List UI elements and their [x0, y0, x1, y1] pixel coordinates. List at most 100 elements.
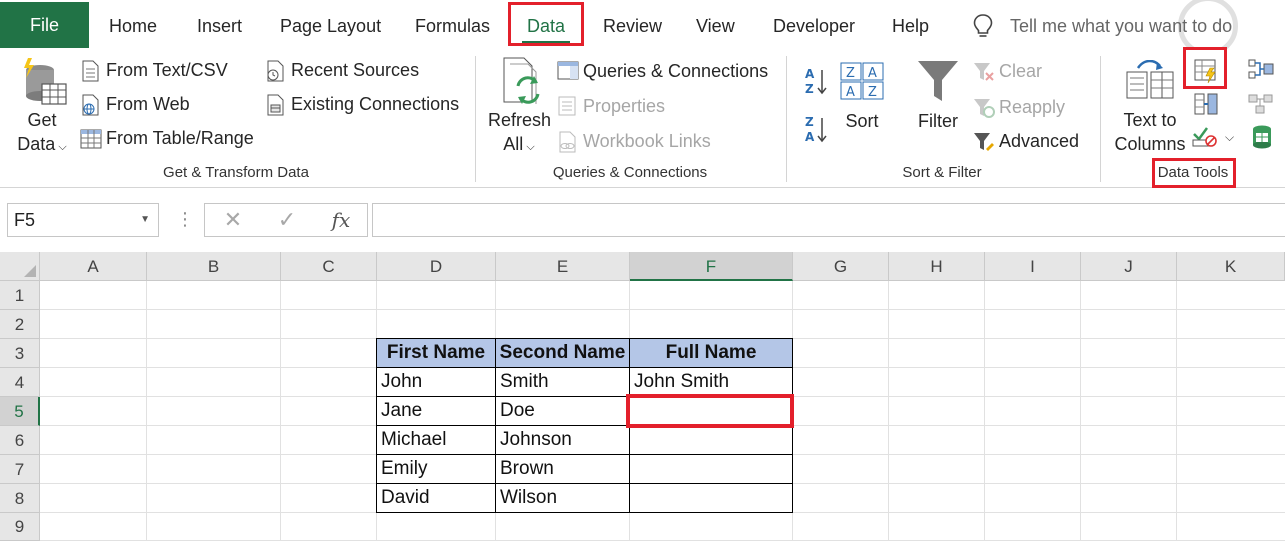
recent-sources-label: Recent Sources [291, 60, 420, 80]
table-cell[interactable]: John Smith [629, 367, 793, 397]
sort-button[interactable]: Sort [836, 109, 888, 133]
tab-insert[interactable]: Insert [197, 0, 242, 50]
table-cell[interactable]: Michael [376, 425, 496, 455]
text-to-columns-label-2: Columns [1114, 134, 1186, 154]
tab-developer[interactable]: Developer [773, 0, 855, 50]
table-cell[interactable]: Smith [495, 367, 630, 397]
queries-pane-icon [557, 61, 579, 80]
name-box[interactable]: F5 ▼ [7, 203, 159, 237]
filter-button[interactable]: Filter [910, 109, 966, 133]
select-all-triangle-icon [24, 265, 36, 277]
table-cell[interactable]: John [376, 367, 496, 397]
formula-input[interactable] [372, 203, 1285, 237]
gridline-vertical [280, 281, 281, 541]
recent-sources-icon [267, 60, 284, 82]
insert-function-button[interactable]: fx [321, 204, 361, 236]
table-cell[interactable]: Brown [495, 454, 630, 484]
column-header-d[interactable]: D [377, 252, 496, 281]
table-header-cell[interactable]: Second Name [495, 338, 630, 368]
table-cell[interactable]: Johnson [495, 425, 630, 455]
data-validation-icon[interactable] [1191, 124, 1219, 148]
row-header-7[interactable]: 7 [0, 455, 40, 484]
chevron-down-icon: ⌵ [55, 141, 67, 153]
svg-text:Z: Z [805, 82, 814, 96]
column-header-f[interactable]: F [630, 252, 793, 281]
column-header-b[interactable]: B [147, 252, 281, 281]
column-header-j[interactable]: J [1081, 252, 1177, 281]
column-header-k[interactable]: K [1177, 252, 1285, 281]
table-cell[interactable] [629, 454, 793, 484]
table-cell[interactable] [629, 425, 793, 455]
get-data-label-2: Data [17, 134, 56, 154]
active-cell-highlight [626, 394, 794, 428]
column-header-h[interactable]: H [889, 252, 985, 281]
svg-text:A: A [805, 130, 815, 144]
table-cell[interactable]: David [376, 483, 496, 513]
tab-home[interactable]: Home [109, 0, 157, 50]
gridline-vertical [146, 281, 147, 541]
refresh-label-2: All [503, 134, 524, 154]
refresh-all-button[interactable]: Refresh All ⌵ [488, 108, 552, 159]
table-header-cell[interactable]: First Name [376, 338, 496, 368]
row-header-3[interactable]: 3 [0, 339, 40, 368]
svg-text:Z: Z [846, 66, 855, 81]
flash-fill-icon[interactable] [1193, 58, 1219, 84]
from-web-label: From Web [106, 94, 190, 114]
cancel-entry-button[interactable]: ✕ [213, 204, 253, 236]
sort-z-to-a-icon: Z A [805, 115, 827, 144]
refresh-label-1: Refresh [488, 110, 552, 130]
text-to-columns-icon [1126, 60, 1174, 99]
tab-formulas[interactable]: Formulas [415, 0, 490, 50]
formula-buttons: ✕ ✓ fx [204, 203, 368, 237]
column-header-a[interactable]: A [40, 252, 147, 281]
table-header-cell[interactable]: Full Name [629, 338, 793, 368]
table-cell[interactable]: Emily [376, 454, 496, 484]
tab-help[interactable]: Help [892, 0, 929, 50]
row-header-2[interactable]: 2 [0, 310, 40, 339]
row-header-8[interactable]: 8 [0, 484, 40, 513]
svg-text:Z: Z [868, 85, 877, 100]
workbook-links-label: Workbook Links [583, 131, 711, 151]
chevron-down-icon[interactable]: ⌵ [1225, 130, 1234, 145]
consolidate-icon[interactable] [1248, 58, 1274, 82]
select-all-button[interactable] [0, 252, 40, 281]
column-header-i[interactable]: I [985, 252, 1081, 281]
worksheet-grid[interactable]: ABCDEFGHIJK 123456789 First Name Second N… [0, 252, 1285, 541]
formula-bar-grip-icon[interactable]: ⋮ [176, 203, 194, 235]
text-to-columns-button[interactable]: Text to Columns [1114, 108, 1186, 156]
row-header-6[interactable]: 6 [0, 426, 40, 455]
formula-bar: F5 ▼ ⋮ ✕ ✓ fx [0, 189, 1285, 251]
table-cell[interactable]: Wilson [495, 483, 630, 513]
tab-page-layout[interactable]: Page Layout [280, 0, 381, 50]
active-tab-underline [522, 41, 570, 44]
column-header-g[interactable]: G [793, 252, 889, 281]
get-data-label-2-wrap: Data ⌵ [14, 132, 70, 159]
row-header-1[interactable]: 1 [0, 281, 40, 310]
data-model-icon[interactable] [1249, 124, 1275, 150]
column-header-e[interactable]: E [496, 252, 630, 281]
tab-file[interactable]: File [0, 2, 89, 48]
text-to-columns-label-1: Text to [1123, 110, 1177, 130]
refresh-label-2-wrap: All ⌵ [488, 132, 550, 159]
row-header-4[interactable]: 4 [0, 368, 40, 397]
table-cell[interactable] [629, 483, 793, 513]
get-data-label-1: Get [27, 110, 57, 130]
group-label-queries: Queries & Connections [552, 164, 708, 181]
sort-dialog-icon: Z A A Z [840, 62, 884, 100]
confirm-entry-button[interactable]: ✓ [267, 204, 307, 236]
tab-review[interactable]: Review [603, 0, 662, 50]
workbook-links-icon [559, 131, 576, 153]
existing-connections-label: Existing Connections [291, 94, 460, 114]
chevron-down-icon[interactable]: ▼ [140, 204, 150, 236]
table-icon [80, 129, 102, 149]
row-header-9[interactable]: 9 [0, 513, 40, 541]
get-data-button[interactable]: Get Data ⌵ [14, 108, 70, 159]
column-header-c[interactable]: C [281, 252, 377, 281]
table-cell[interactable]: Doe [495, 396, 630, 426]
tab-view[interactable]: View [696, 0, 735, 50]
row-header-5[interactable]: 5 [0, 397, 40, 426]
table-cell[interactable]: Jane [376, 396, 496, 426]
relationships-icon[interactable] [1248, 92, 1274, 116]
remove-duplicates-icon[interactable] [1193, 92, 1219, 116]
refresh-all-icon [503, 57, 540, 104]
